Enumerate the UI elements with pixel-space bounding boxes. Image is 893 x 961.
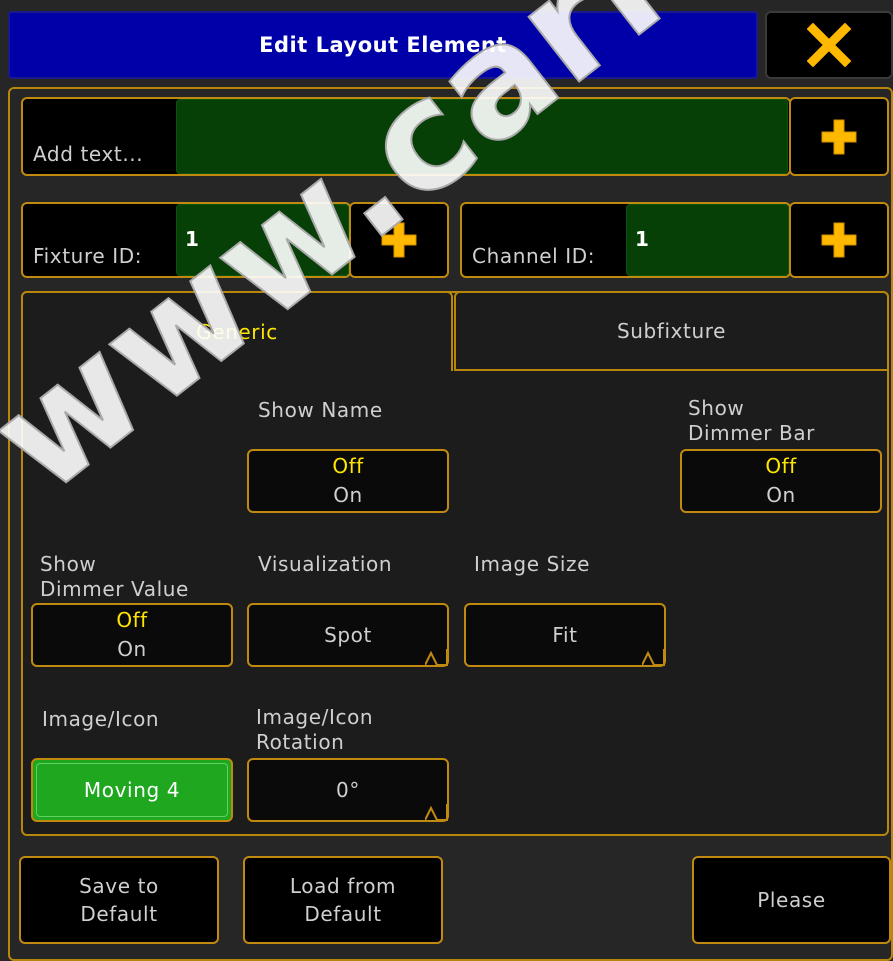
- show-dimmer-value-label-line1: Show: [40, 552, 97, 576]
- plus-icon: [821, 119, 857, 154]
- fixture-id-label: Fixture ID:: [33, 244, 143, 268]
- show-name-toggle[interactable]: Off On: [247, 449, 449, 513]
- image-icon-rotation-label: Image/Icon Rotation: [256, 705, 373, 755]
- close-button[interactable]: [765, 11, 893, 79]
- dropdown-corner-icon: [425, 804, 448, 821]
- visualization-label: Visualization: [258, 552, 393, 576]
- tab-subfixture[interactable]: Subfixture: [454, 291, 889, 371]
- channel-id-label: Channel ID:: [472, 244, 596, 268]
- show-dimmer-bar-label-line1: Show: [688, 396, 745, 420]
- show-name-label: Show Name: [258, 398, 383, 422]
- plus-icon: [821, 222, 857, 258]
- image-size-label: Image Size: [474, 552, 591, 576]
- save-to-default-line2: Default: [80, 902, 158, 926]
- dropdown-corner-icon: [425, 649, 448, 666]
- show-name-on: On: [333, 483, 363, 507]
- image-icon-label: Image/Icon: [42, 707, 160, 731]
- channel-id-value: 1: [635, 227, 649, 251]
- image-size-dropdown[interactable]: Fit: [464, 603, 666, 667]
- fixture-id-value: 1: [185, 227, 199, 251]
- tab-generic-label: Generic: [196, 320, 278, 344]
- tab-generic[interactable]: Generic: [21, 291, 453, 371]
- image-icon-rotation-value: 0°: [336, 778, 360, 802]
- image-icon-rotation-dropdown[interactable]: 0°: [247, 758, 449, 822]
- image-icon-rotation-label-line1: Image/Icon: [256, 705, 374, 729]
- fixture-id-plus-button[interactable]: [349, 202, 449, 278]
- show-dimmer-value-on: On: [117, 637, 147, 661]
- fixture-id-field[interactable]: Fixture ID: 1: [21, 202, 351, 278]
- image-icon-value: Moving 4: [83, 778, 181, 802]
- image-icon-rotation-label-line2: Rotation: [256, 730, 345, 754]
- image-size-value: Fit: [552, 623, 578, 647]
- add-text-placeholder: Add text...: [33, 142, 144, 166]
- add-text-plus-button[interactable]: [789, 97, 889, 176]
- please-button[interactable]: Please: [692, 856, 891, 944]
- channel-id-plus-button[interactable]: [789, 202, 889, 278]
- dropdown-corner-icon: [642, 649, 665, 666]
- show-dimmer-bar-on: On: [766, 483, 796, 507]
- please-label: Please: [757, 888, 826, 912]
- load-from-default-button[interactable]: Load from Default: [243, 856, 443, 944]
- visualization-value: Spot: [324, 623, 372, 647]
- load-from-default-line2: Default: [304, 902, 382, 926]
- dialog-title: Edit Layout Element: [259, 33, 507, 57]
- show-dimmer-value-off: Off: [116, 608, 148, 632]
- save-to-default-button[interactable]: Save to Default: [19, 856, 219, 944]
- visualization-dropdown[interactable]: Spot: [247, 603, 449, 667]
- show-dimmer-bar-label: Show Dimmer Bar: [688, 396, 815, 446]
- plus-icon: [381, 222, 417, 258]
- show-dimmer-bar-toggle[interactable]: Off On: [680, 449, 882, 513]
- show-dimmer-value-toggle[interactable]: Off On: [31, 603, 233, 667]
- show-dimmer-value-label-line2: Dimmer Value: [40, 577, 189, 601]
- tab-subfixture-label: Subfixture: [616, 319, 727, 343]
- load-from-default-line1: Load from: [289, 874, 397, 898]
- edit-layout-element-dialog: Edit Layout Element Add text... Fixture …: [0, 0, 893, 961]
- show-dimmer-bar-off: Off: [765, 454, 797, 478]
- title-bar: Edit Layout Element: [8, 11, 758, 79]
- show-dimmer-value-label: Show Dimmer Value: [40, 552, 189, 602]
- channel-id-field[interactable]: Channel ID: 1: [460, 202, 791, 278]
- image-icon-button[interactable]: Moving 4: [31, 758, 233, 822]
- save-to-default-line1: Save to: [79, 874, 159, 898]
- fixture-id-input[interactable]: 1: [176, 204, 349, 276]
- show-name-off: Off: [332, 454, 364, 478]
- add-text-input[interactable]: [176, 99, 788, 174]
- show-dimmer-bar-label-line2: Dimmer Bar: [688, 421, 816, 445]
- close-x-icon: [807, 23, 851, 67]
- channel-id-input[interactable]: 1: [626, 204, 789, 276]
- add-text-field[interactable]: Add text...: [21, 97, 791, 176]
